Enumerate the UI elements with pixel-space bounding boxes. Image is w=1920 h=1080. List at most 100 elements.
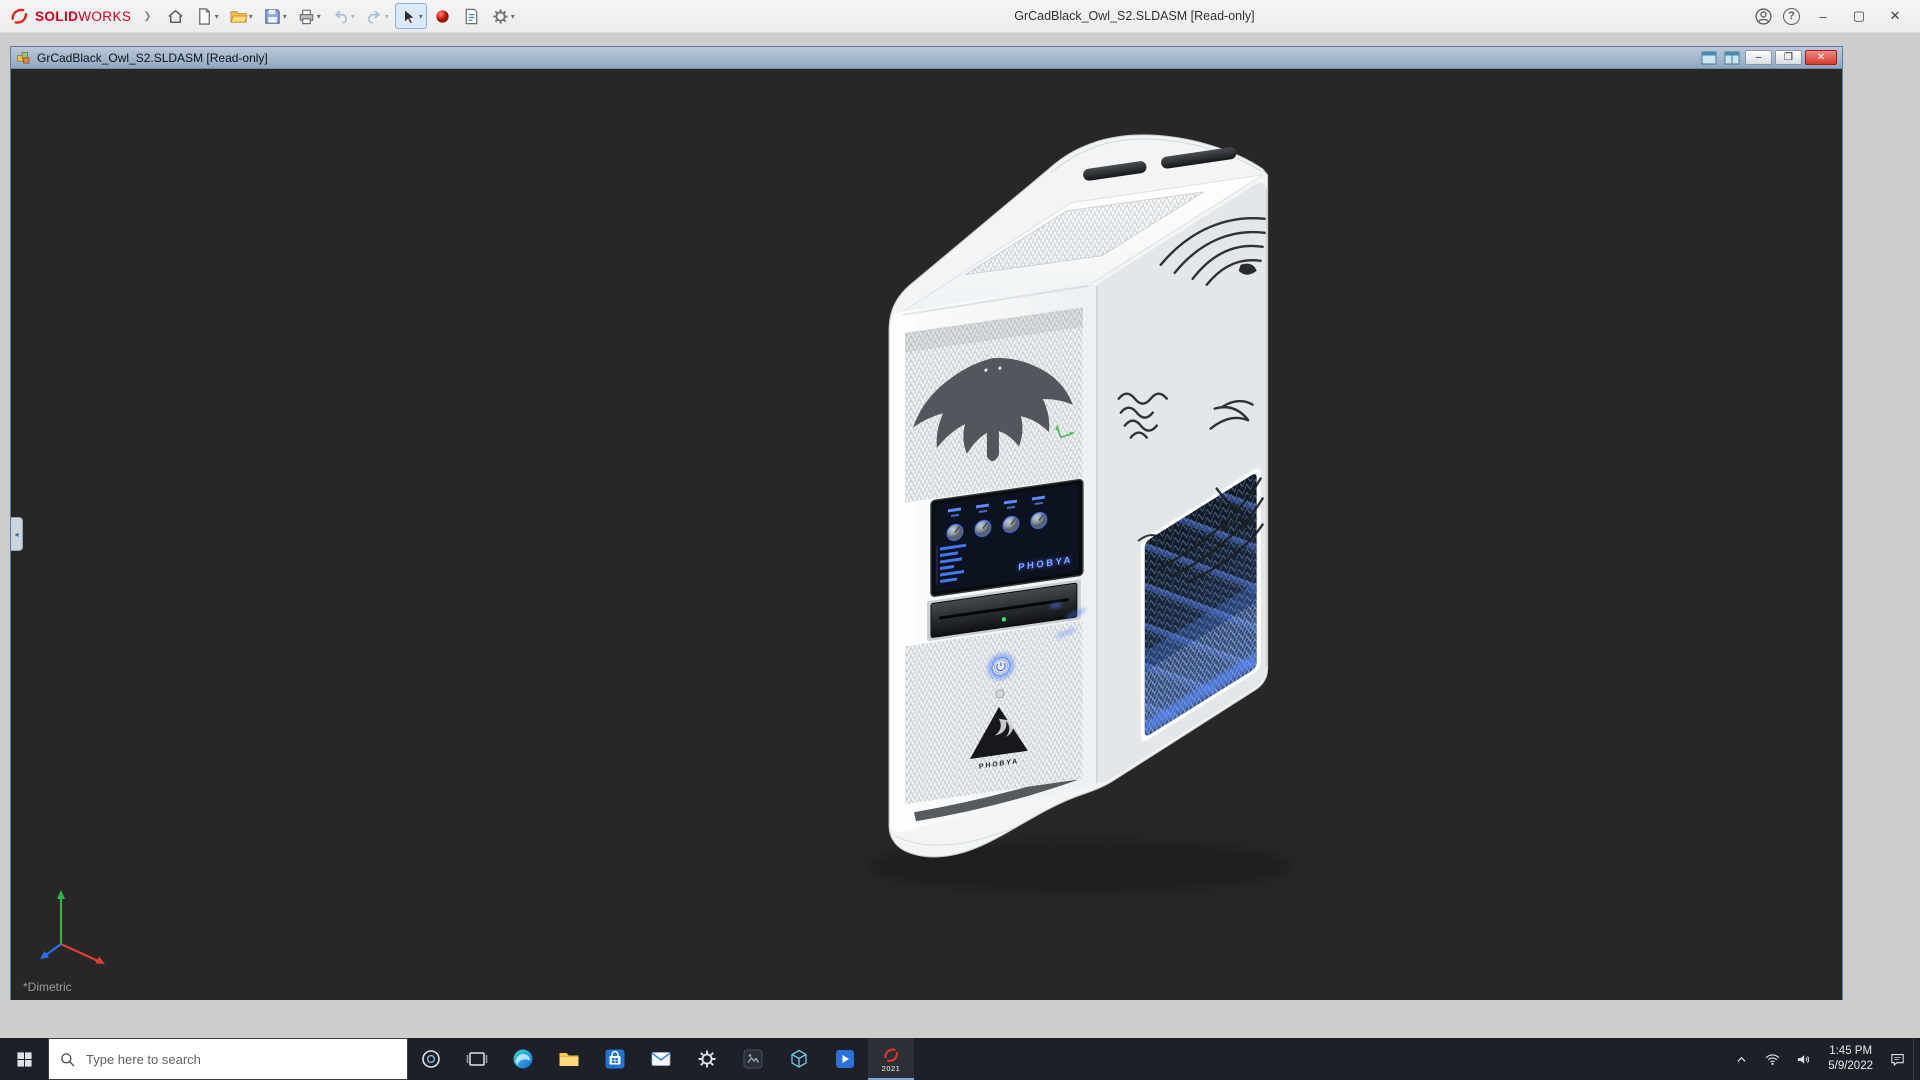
photos-dark-tile-icon — [741, 1047, 765, 1071]
menu-expand-icon[interactable]: ❯ — [143, 11, 151, 22]
rebuild-button[interactable] — [429, 3, 456, 29]
caret-icon: ▾ — [385, 12, 389, 21]
windows-logo-icon — [16, 1051, 33, 1068]
gear-icon — [491, 7, 510, 26]
caret-icon: ▾ — [351, 12, 355, 21]
help-button[interactable]: ? — [1783, 8, 1800, 25]
microsoft-store-icon — [603, 1047, 627, 1071]
graphics-viewport[interactable]: PHOBYA PHOBYA — [11, 69, 1842, 1000]
task-view-icon — [465, 1047, 489, 1071]
viewport-pane-toggle-button[interactable] — [1699, 50, 1719, 66]
wifi-icon — [1764, 1051, 1781, 1068]
search-icon — [59, 1051, 76, 1068]
caret-icon: ▾ — [511, 12, 515, 21]
taskbar-app-mail[interactable] — [638, 1038, 684, 1080]
taskbar-app-store[interactable] — [592, 1038, 638, 1080]
open-button[interactable]: ▾ — [225, 3, 257, 29]
solidworks-taskbar-icon — [881, 1046, 901, 1064]
home-icon — [166, 7, 185, 26]
show-desktop-button[interactable] — [1913, 1038, 1920, 1080]
solidworks-logo-icon — [8, 5, 30, 27]
doc-minimize-button[interactable]: – — [1745, 50, 1772, 65]
network-status-button[interactable] — [1757, 1038, 1788, 1080]
windows-taskbar: 2021 1:45 PM 5/9/2022 — [0, 1038, 1920, 1080]
caret-icon: ▾ — [317, 12, 321, 21]
taskbar-app-solidworks[interactable]: 2021 — [868, 1038, 914, 1080]
open-folder-icon — [229, 7, 248, 26]
clock-date: 5/9/2022 — [1828, 1059, 1873, 1074]
user-account-icon — [1754, 7, 1773, 26]
movies-tv-icon — [833, 1047, 857, 1071]
viewport-split-toggle-button[interactable] — [1722, 50, 1742, 66]
tray-overflow-button[interactable] — [1726, 1038, 1757, 1080]
new-document-button[interactable]: ▾ — [191, 3, 223, 29]
view-orientation-label: *Dimetric — [23, 980, 72, 994]
document-title: GrCadBlack_Owl_S2.SLDASM [Read-only] — [37, 51, 268, 65]
document-window-controls: – ❐ ✕ — [1699, 50, 1837, 66]
pane-single-icon — [1701, 51, 1717, 65]
print-button[interactable]: ▾ — [293, 3, 325, 29]
undo-button[interactable]: ▾ — [327, 3, 359, 29]
account-button[interactable] — [1750, 3, 1777, 29]
select-cursor-icon — [399, 7, 418, 26]
taskbar-app-3d-viewer[interactable] — [776, 1038, 822, 1080]
solidworks-version-badge: 2021 — [882, 1065, 901, 1073]
doc-close-button[interactable]: ✕ — [1805, 50, 1837, 65]
clock-time: 1:45 PM — [1829, 1044, 1872, 1059]
pc-case-model[interactable]: PHOBYA PHOBYA — [889, 135, 1470, 886]
volume-button[interactable] — [1788, 1038, 1819, 1080]
taskbar-app-edge[interactable] — [500, 1038, 546, 1080]
save-icon — [263, 7, 282, 26]
cortana-button[interactable] — [408, 1038, 454, 1080]
fan-controller-lcd: PHOBYA PHOBYA — [931, 479, 1083, 597]
caret-icon: ▾ — [215, 12, 219, 21]
3d-scene: PHOBYA PHOBYA — [11, 69, 1842, 1000]
app-minimize-button[interactable]: – — [1806, 0, 1840, 33]
taskbar-clock[interactable]: 1:45 PM 5/9/2022 — [1819, 1038, 1882, 1080]
file-properties-icon — [462, 7, 481, 26]
system-tray: 1:45 PM 5/9/2022 — [1726, 1038, 1920, 1080]
3d-viewer-cube-icon — [787, 1047, 811, 1071]
desktop-screen: SOLIDWORKS ❯ ▾ ▾ ▾ ▾ ▾ ▾ — [0, 0, 1920, 1080]
app-window-title: GrCadBlack_Owl_S2.SLDASM [Read-only] — [1014, 9, 1254, 23]
taskbar-app-photos[interactable] — [730, 1038, 776, 1080]
red-sphere-icon — [433, 7, 452, 26]
search-input[interactable] — [84, 1051, 397, 1068]
front-panel-details: PHOBYA PHOBYA — [905, 307, 1085, 804]
pane-split-icon — [1724, 51, 1740, 65]
print-icon — [297, 7, 316, 26]
file-properties-button[interactable] — [458, 3, 485, 29]
solidworks-brand: SOLIDWORKS — [8, 5, 131, 27]
mail-icon — [649, 1047, 673, 1071]
app-window-controls: ? – ▢ ✕ — [1750, 0, 1912, 33]
action-center-icon — [1889, 1051, 1906, 1068]
taskbar-search[interactable] — [48, 1038, 408, 1080]
chevron-up-icon — [1733, 1051, 1750, 1068]
save-button[interactable]: ▾ — [259, 3, 291, 29]
document-window: GrCadBlack_Owl_S2.SLDASM [Read-only] – ❐… — [10, 46, 1843, 1000]
settings-gear-icon — [695, 1047, 719, 1071]
doc-restore-button[interactable]: ❐ — [1775, 50, 1802, 65]
app-close-button[interactable]: ✕ — [1878, 0, 1912, 33]
action-center-button[interactable] — [1882, 1038, 1913, 1080]
options-button[interactable]: ▾ — [487, 3, 519, 29]
task-view-button[interactable] — [454, 1038, 500, 1080]
taskbar-app-file-explorer[interactable] — [546, 1038, 592, 1080]
file-explorer-icon — [557, 1047, 581, 1071]
edge-browser-icon — [511, 1047, 535, 1071]
taskbar-app-movies[interactable] — [822, 1038, 868, 1080]
select-tool-button[interactable]: ▾ — [395, 3, 427, 29]
caret-icon: ▾ — [419, 12, 423, 21]
taskbar-app-settings[interactable] — [684, 1038, 730, 1080]
redo-button[interactable]: ▾ — [361, 3, 393, 29]
home-button[interactable] — [162, 3, 189, 29]
assembly-document-icon — [16, 50, 31, 65]
start-button[interactable] — [0, 1038, 48, 1080]
mdi-workspace: GrCadBlack_Owl_S2.SLDASM [Read-only] – ❐… — [0, 33, 1920, 1038]
document-titlebar[interactable]: GrCadBlack_Owl_S2.SLDASM [Read-only] – ❐… — [11, 47, 1842, 69]
featuremanager-collapse-tab[interactable]: ◂ — [11, 517, 23, 551]
cortana-icon — [419, 1047, 443, 1071]
app-maximize-button[interactable]: ▢ — [1842, 0, 1876, 33]
caret-icon: ▾ — [283, 12, 287, 21]
speaker-icon — [1795, 1051, 1812, 1068]
